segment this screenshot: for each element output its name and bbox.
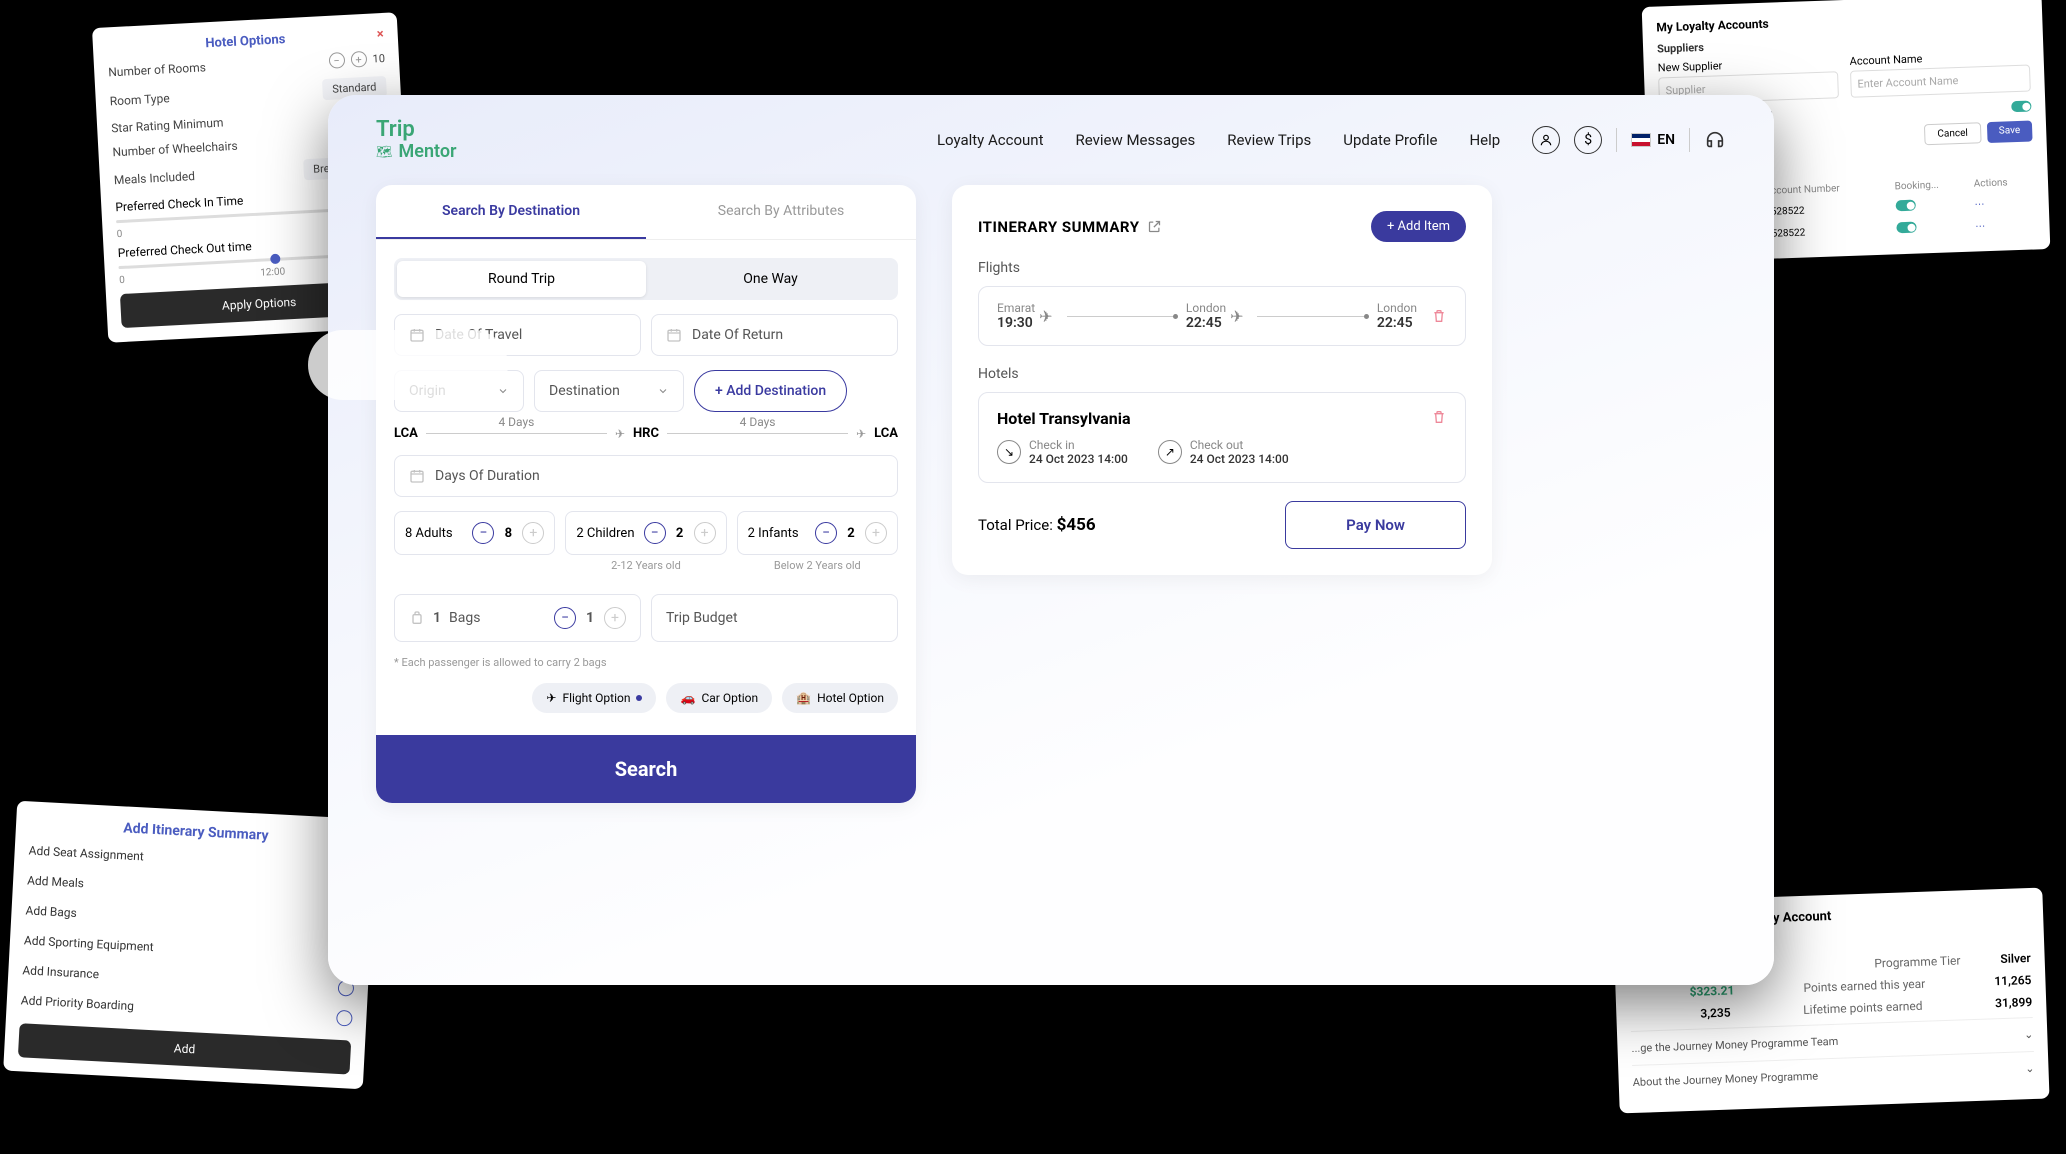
plus-button[interactable]: +: [604, 607, 626, 629]
external-link-icon[interactable]: [1147, 219, 1162, 234]
main-app: Trip 🗺Mentor Loyalty Account Review Mess…: [328, 95, 1774, 985]
budget-input[interactable]: Trip Budget: [651, 594, 898, 642]
nav-loyalty[interactable]: Loyalty Account: [937, 131, 1044, 149]
search-button[interactable]: Search: [376, 735, 916, 803]
opt-meals: Meals Included: [114, 169, 196, 187]
nav-help[interactable]: Help: [1469, 131, 1500, 149]
opt-rooms: Number of Rooms: [108, 60, 206, 79]
date-return-input[interactable]: Date Of Return: [651, 314, 898, 356]
tab-search-attributes[interactable]: Search By Attributes: [646, 185, 916, 239]
flag-icon: [1631, 133, 1651, 147]
total-price: Total Price: $456: [978, 515, 1096, 535]
plane-icon: ✈: [615, 427, 625, 441]
logo[interactable]: Trip 🗺Mentor: [376, 119, 457, 161]
chevron-down-icon: [657, 385, 669, 397]
pay-now-button[interactable]: Pay Now: [1285, 501, 1466, 549]
delete-flight-button[interactable]: [1431, 308, 1447, 324]
topbar: Trip 🗺Mentor Loyalty Account Review Mess…: [328, 95, 1774, 185]
opt-meals2: Add Meals: [27, 873, 85, 892]
save-button[interactable]: Save: [1986, 121, 2032, 144]
delete-hotel-button[interactable]: [1431, 409, 1447, 425]
plane-icon: ✈: [1039, 307, 1052, 326]
seg-one-way[interactable]: One Way: [646, 261, 895, 297]
opt-wheel: Number of Wheelchairs: [112, 139, 238, 160]
infants-stepper: 2 Infants −2+: [737, 511, 898, 555]
add-prio-toggle[interactable]: [336, 1010, 353, 1027]
user-icon[interactable]: [1532, 126, 1560, 154]
checkout-icon: ↗: [1158, 440, 1182, 464]
add-itinerary-panel: Add Itinerary Summary Add Seat Assignmen…: [3, 801, 377, 1089]
opt-star: Star Rating Minimum: [111, 115, 224, 135]
bags-footnote: * Each passenger is allowed to carry 2 b…: [394, 656, 898, 669]
language-selector[interactable]: EN: [1631, 132, 1675, 148]
plus-button[interactable]: +: [694, 522, 716, 544]
plane-icon: ✈: [1230, 307, 1243, 326]
nav-update-profile[interactable]: Update Profile: [1343, 131, 1437, 149]
itinerary-summary-panel: ITINERARY SUMMARY + Add Item Flights Ema…: [952, 185, 1492, 575]
hotels-label: Hotels: [978, 366, 1466, 382]
hotel-card: Hotel Transylvania ↘Check in24 Oct 2023 …: [978, 392, 1466, 483]
minus-button[interactable]: −: [815, 522, 837, 544]
destination-select[interactable]: Destination: [534, 370, 684, 412]
seg-round-trip[interactable]: Round Trip: [397, 261, 646, 297]
add-itin-button[interactable]: Add: [18, 1023, 351, 1074]
luggage-icon: [409, 610, 425, 626]
minus-button[interactable]: −: [644, 522, 666, 544]
add-item-button[interactable]: + Add Item: [1371, 211, 1466, 242]
account-name-input[interactable]: Enter Account Name: [1850, 65, 2031, 98]
plane-icon: ✈: [546, 691, 556, 705]
row-toggle[interactable]: [1896, 222, 1916, 234]
nav-review-trips[interactable]: Review Trips: [1227, 131, 1311, 149]
add-itin-title: Add Itinerary Summary: [30, 815, 362, 848]
opt-sport: Add Sporting Equipment: [24, 933, 155, 956]
row-toggle[interactable]: [1895, 200, 1915, 212]
flights-label: Flights: [978, 260, 1466, 276]
headset-icon[interactable]: [1704, 129, 1726, 151]
cloud-decoration: [308, 330, 508, 400]
plus-button[interactable]: +: [522, 522, 544, 544]
include-toggle[interactable]: [2011, 101, 2031, 113]
plus-button[interactable]: +: [865, 522, 887, 544]
add-destination-button[interactable]: + Add Destination: [694, 370, 847, 412]
nav: Loyalty Account Review Messages Review T…: [937, 126, 1726, 154]
children-note: 2-12 Years old: [565, 559, 726, 572]
children-stepper: 2 Children −2+: [565, 511, 726, 555]
minus-icon[interactable]: −: [328, 52, 345, 69]
car-icon: 🚗: [680, 691, 695, 705]
hotel-icon: 🏨: [796, 691, 811, 705]
tab-search-destination[interactable]: Search By Destination: [376, 185, 646, 239]
checkin-icon: ↘: [997, 440, 1021, 464]
currency-icon[interactable]: $: [1574, 126, 1602, 154]
minus-button[interactable]: −: [472, 522, 494, 544]
search-panel: Search By Destination Search By Attribut…: [376, 185, 916, 803]
duration-input[interactable]: Days Of Duration: [394, 455, 898, 497]
plus-icon[interactable]: +: [350, 51, 367, 68]
car-option-chip[interactable]: 🚗Car Option: [666, 683, 772, 713]
flight-option-chip[interactable]: ✈Flight Option: [532, 683, 656, 713]
minus-button[interactable]: −: [554, 607, 576, 629]
adults-stepper: 8 Adults −8+: [394, 511, 555, 555]
opt-bags: Add Bags: [25, 903, 77, 922]
summary-title: ITINERARY SUMMARY: [978, 218, 1162, 236]
nav-review-messages[interactable]: Review Messages: [1075, 131, 1195, 149]
cancel-button[interactable]: Cancel: [1924, 122, 1981, 145]
bags-field: 1Bags −1+: [394, 594, 641, 642]
plane-icon: ✈: [856, 427, 866, 441]
close-icon[interactable]: ×: [376, 27, 384, 42]
opt-roomtype: Room Type: [109, 91, 170, 108]
map-icon: 🗺: [376, 146, 393, 159]
calendar-icon: [409, 327, 425, 343]
opt-seat: Add Seat Assignment: [28, 843, 144, 865]
infants-note: Below 2 Years old: [737, 559, 898, 572]
opt-ins: Add Insurance: [22, 963, 99, 983]
route-display: LCA 4 Days ✈ HRC 4 Days ✈ LCA: [394, 426, 898, 441]
calendar-icon: [666, 327, 682, 343]
calendar-icon: [409, 468, 425, 484]
flight-card: Emarat19:30 ✈ London22:45 ✈ London22:45: [978, 286, 1466, 346]
opt-prio: Add Priority Boarding: [20, 993, 134, 1015]
hotel-name: Hotel Transylvania: [997, 409, 1417, 428]
hotel-option-chip[interactable]: 🏨Hotel Option: [782, 683, 898, 713]
